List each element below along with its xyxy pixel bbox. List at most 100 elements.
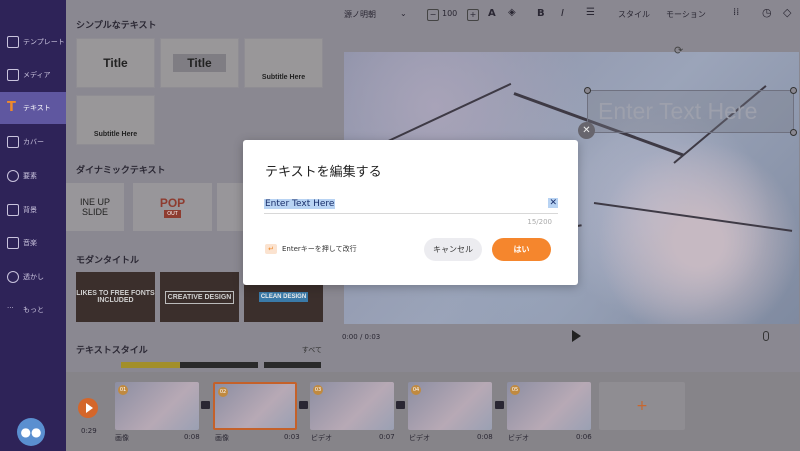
watermark-icon [7,271,19,283]
clip-number: 01 [118,385,128,395]
sidebar-item-more[interactable]: ··· もっと [0,294,66,326]
text-template-subtitle[interactable]: Subtitle Here [244,38,323,88]
microphone-icon[interactable] [763,331,769,341]
timeline-clip[interactable]: 05 [507,382,591,430]
add-clip-button[interactable]: + [599,382,685,430]
clip-duration: 0:08 [184,433,200,441]
clip-type: ビデオ [311,434,332,442]
bold-icon[interactable]: B [537,8,545,19]
sidebar-item-label: 音楽 [23,239,37,247]
clip-type: 画像 [215,434,229,442]
sidebar-item-label: もっと [23,306,44,314]
tile-label: SLIDE [81,207,108,217]
modern-template-1[interactable]: LIKES TO FREE FONTS INCLUDED [76,272,155,322]
tile-label: CREATIVE DESIGN [164,290,235,304]
enter-hint: ↵ Enterキーを押して改行 [265,244,357,254]
transition-icon[interactable] [495,401,504,409]
sidebar-item-cover[interactable]: カバー [0,126,66,158]
clip-type: ビデオ [409,434,430,442]
tile-label: Subtitle Here [93,131,138,138]
canvas-textbox-text: Enter Text Here [598,98,758,124]
confirm-button[interactable]: はい [492,238,551,261]
timeline-clip-selected[interactable]: 02 [213,382,297,430]
tile-label: OUT [164,210,181,218]
sidebar-rail: テンプレート メディア T テキスト カバー 要素 背景 音楽 透かし ··· … [0,0,66,451]
clear-icon[interactable]: ✕ [548,198,558,208]
clip-duration: 0:08 [477,433,493,441]
clip-number: 03 [313,385,323,395]
text-icon: T [7,100,16,115]
grid-icon[interactable]: ⁞⁞ [733,7,739,18]
chat-help-button[interactable]: ●● [17,418,45,446]
sidebar-item-label: 要素 [23,172,37,180]
sidebar-item-background[interactable]: 背景 [0,194,66,226]
sidebar-item-label: カバー [23,138,44,146]
modern-template-2[interactable]: CREATIVE DESIGN [160,272,239,322]
style-button[interactable]: スタイル [618,9,650,20]
clip-number: 04 [411,385,421,395]
font-size-value[interactable]: 100 [442,9,457,18]
play-icon[interactable] [572,330,581,342]
sidebar-item-templates[interactable]: テンプレート [0,26,66,58]
transition-icon[interactable] [201,401,210,409]
fill-color-icon[interactable]: ◈ [508,7,516,18]
layers-icon[interactable]: ◇ [783,6,791,19]
text-input-value[interactable]: Enter Text Here [264,199,336,209]
resize-handle[interactable] [790,87,797,94]
text-template-subtitle-2[interactable]: Subtitle Here [76,95,155,145]
transition-icon[interactable] [396,401,405,409]
font-size-increase-button[interactable]: + [467,9,479,21]
align-icon[interactable]: ☰ [586,7,595,18]
sidebar-item-elements[interactable]: 要素 [0,160,66,192]
text-input[interactable]: Enter Text Here ✕ [264,198,558,214]
dynamic-template-lineup[interactable]: INE UP SLIDE [66,183,124,231]
section-title-simple: シンプルなテキスト [76,21,157,31]
clip-duration: 0:06 [576,433,592,441]
timeline-play-button[interactable] [78,398,98,418]
canvas-textbox[interactable]: Enter Text Here [584,87,797,136]
text-template-title[interactable]: Title [76,38,155,88]
resize-handle[interactable] [584,87,591,94]
chat-icon: ●● [20,425,42,439]
font-size-decrease-button[interactable]: − [427,9,439,21]
more-icon: ··· [7,304,14,312]
tile-label: CLEAN DESIGN [258,292,309,302]
section-title-dynamic: ダイナミックテキスト [76,166,166,176]
rotate-icon[interactable]: ⟳ [674,44,683,57]
sidebar-item-label: 透かし [23,273,44,281]
clip-number: 02 [218,387,228,397]
transition-icon[interactable] [299,401,308,409]
sidebar-item-media[interactable]: メディア [0,59,66,91]
image-icon [7,204,19,216]
edit-text-dialog: テキストを編集する Enter Text Here ✕ 15/200 ↵ Ent… [243,140,578,285]
chevron-down-icon: ⌄ [400,9,407,18]
style-preview-3[interactable] [264,362,321,368]
resize-handle[interactable] [790,129,797,136]
clip-type: ビデオ [508,434,529,442]
style-preview-2[interactable] [180,362,258,368]
shapes-icon [7,170,19,182]
dynamic-template-popout[interactable]: POP OUT [133,183,212,231]
cancel-button[interactable]: キャンセル [424,238,482,261]
dialog-title: テキストを編集する [265,165,382,180]
timeline-clip[interactable]: 01 [115,382,199,430]
motion-button[interactable]: モーション [666,9,706,20]
tile-label: INE UP [79,197,110,207]
italic-icon[interactable]: I [561,8,564,19]
timeline-clip[interactable]: 04 [408,382,492,430]
text-toolbar: 源ノ明朝 ⌄ − 100 + A ◈ B I ☰ スタイル モーション ⁞⁞ ◷… [332,0,800,30]
timeline-clip[interactable]: 03 [310,382,394,430]
enter-hint-text: Enterキーを押して改行 [282,245,357,253]
text-color-icon[interactable]: A [488,8,496,19]
font-select[interactable]: 源ノ明朝 [344,9,376,20]
see-all-link[interactable]: すべて [302,345,322,355]
clip-type: 画像 [115,434,129,442]
character-counter: 15/200 [527,218,552,226]
sidebar-item-music[interactable]: 音楽 [0,227,66,259]
timeline-time: 0:29 [81,427,97,435]
clock-icon[interactable]: ◷ [762,6,772,19]
sidebar-item-text[interactable]: T テキスト [0,92,66,124]
text-template-title-boxed[interactable]: Title [160,38,239,88]
delete-textbox-icon[interactable]: ✕ [578,122,595,139]
sidebar-item-watermark[interactable]: 透かし [0,261,66,293]
